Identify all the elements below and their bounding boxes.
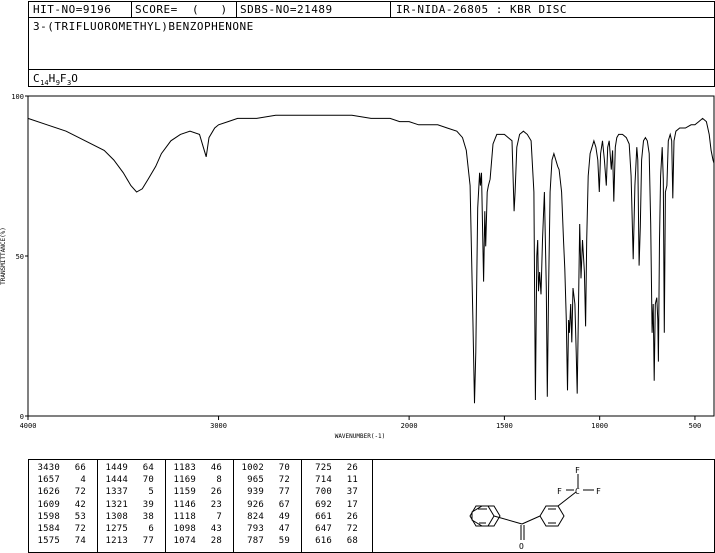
peak-transmittance: 43 bbox=[210, 524, 222, 534]
peak-wavenumber: 793 bbox=[247, 524, 264, 534]
peak-transmittance: 59 bbox=[278, 536, 290, 547]
ir-spectrum-chart: 4000 3000 2000 1500 1000 500 0 50 100 WAVENUMBE… bbox=[0, 93, 715, 440]
peak-wavenumber: 787 bbox=[247, 536, 264, 547]
peak-wavenumber: 700 bbox=[315, 487, 332, 498]
peak-transmittance: 4 bbox=[80, 475, 86, 486]
peak-transmittance: 7 bbox=[216, 511, 222, 522]
peak-transmittance: 42 bbox=[74, 499, 86, 510]
peak-transmittance: 8 bbox=[216, 475, 222, 486]
x-tick-label: 4000 bbox=[20, 422, 37, 430]
x-tick-label: 500 bbox=[689, 422, 702, 430]
peak-wavenumber: 725 bbox=[315, 463, 332, 473]
x-tick-label: 1000 bbox=[591, 422, 608, 430]
peak-transmittance: 77 bbox=[142, 536, 154, 547]
peak-wavenumber: 824 bbox=[247, 511, 264, 522]
peak-wavenumber: 692 bbox=[315, 499, 332, 510]
peak-wavenumber: 1337 bbox=[105, 487, 128, 498]
peak-transmittance: 66 bbox=[74, 463, 86, 473]
peak-transmittance: 72 bbox=[278, 475, 290, 486]
peak-column-divider bbox=[165, 459, 166, 553]
peak-transmittance: 26 bbox=[346, 511, 358, 522]
y-axis-ticks: 0 50 100 bbox=[11, 93, 28, 421]
peak-transmittance: 23 bbox=[210, 499, 222, 510]
peak-wavenumber: 3430 bbox=[37, 463, 60, 473]
peak-transmittance: 72 bbox=[346, 524, 358, 534]
peak-transmittance: 67 bbox=[278, 499, 290, 510]
peak-wavenumber: 1213 bbox=[105, 536, 128, 547]
peak-transmittance: 39 bbox=[142, 499, 154, 510]
x-axis-label: WAVENUMBER(-1) bbox=[335, 433, 386, 440]
peak-wavenumber: 1626 bbox=[37, 487, 60, 498]
peak-transmittance: 28 bbox=[210, 536, 222, 547]
peak-transmittance: 11 bbox=[346, 475, 358, 486]
peak-transmittance: 53 bbox=[74, 511, 86, 522]
peak-wavenumber: 661 bbox=[315, 511, 332, 522]
x-tick-label: 1500 bbox=[496, 422, 513, 430]
peak-transmittance: 47 bbox=[278, 524, 290, 534]
peak-wavenumber: 1321 bbox=[105, 499, 128, 510]
peak-wavenumber: 1159 bbox=[173, 487, 196, 498]
peak-wavenumber: 1449 bbox=[105, 463, 128, 473]
peak-transmittance: 37 bbox=[346, 487, 358, 498]
peak-transmittance: 49 bbox=[278, 511, 290, 522]
peak-wavenumber: 1275 bbox=[105, 524, 128, 534]
peak-wavenumber: 1609 bbox=[37, 499, 60, 510]
peak-wavenumber: 939 bbox=[247, 487, 264, 498]
peak-transmittance: 26 bbox=[346, 463, 358, 473]
x-tick-label: 2000 bbox=[401, 422, 418, 430]
x-tick-label: 3000 bbox=[210, 422, 227, 430]
peak-wavenumber: 1657 bbox=[37, 475, 60, 486]
peak-transmittance: 5 bbox=[148, 487, 154, 498]
peak-transmittance: 72 bbox=[74, 524, 86, 534]
peak-wavenumber: 1074 bbox=[173, 536, 196, 547]
peak-column-divider bbox=[97, 459, 98, 553]
peak-wavenumber: 1183 bbox=[173, 463, 196, 473]
peak-column-divider bbox=[233, 459, 234, 553]
peak-wavenumber: 1098 bbox=[173, 524, 196, 534]
peak-transmittance: 74 bbox=[74, 536, 86, 547]
peak-wavenumber: 926 bbox=[247, 499, 264, 510]
peak-wavenumber: 1146 bbox=[173, 499, 196, 510]
peak-transmittance: 68 bbox=[346, 536, 358, 547]
peak-transmittance: 38 bbox=[142, 511, 154, 522]
y-axis-label: TRANSMITTANCE(%) bbox=[0, 227, 7, 285]
peak-wavenumber: 1444 bbox=[105, 475, 128, 486]
peak-wavenumber: 714 bbox=[315, 475, 332, 486]
peak-transmittance: 46 bbox=[210, 463, 222, 473]
peak-transmittance: 26 bbox=[210, 487, 222, 498]
peak-wavenumber: 1308 bbox=[105, 511, 128, 522]
peak-transmittance: 72 bbox=[74, 487, 86, 498]
peak-wavenumber: 1584 bbox=[37, 524, 60, 534]
peak-transmittance: 6 bbox=[148, 524, 154, 534]
peak-transmittance: 64 bbox=[142, 463, 154, 473]
y-tick-label: 50 bbox=[16, 253, 24, 261]
peak-wavenumber: 647 bbox=[315, 524, 332, 534]
y-tick-label: 0 bbox=[20, 413, 24, 421]
structure-box bbox=[372, 459, 715, 553]
peak-wavenumber: 1598 bbox=[37, 511, 60, 522]
peak-transmittance: 70 bbox=[278, 463, 290, 473]
peak-transmittance: 77 bbox=[278, 487, 290, 498]
y-tick-label: 100 bbox=[11, 93, 24, 101]
peak-wavenumber: 1002 bbox=[241, 463, 264, 473]
x-axis-ticks: 4000 3000 2000 1500 1000 500 bbox=[20, 416, 702, 430]
plot-frame bbox=[27, 95, 715, 417]
peak-wavenumber: 616 bbox=[315, 536, 332, 547]
spectrum-series-line bbox=[27, 114, 715, 404]
peak-wavenumber: 965 bbox=[247, 475, 264, 486]
peak-transmittance: 70 bbox=[142, 475, 154, 486]
peak-transmittance: 17 bbox=[346, 499, 358, 510]
peak-wavenumber: 1118 bbox=[173, 511, 196, 522]
peak-wavenumber: 1575 bbox=[37, 536, 60, 547]
peak-wavenumber: 1169 bbox=[173, 475, 196, 486]
peak-column-divider bbox=[301, 459, 302, 553]
